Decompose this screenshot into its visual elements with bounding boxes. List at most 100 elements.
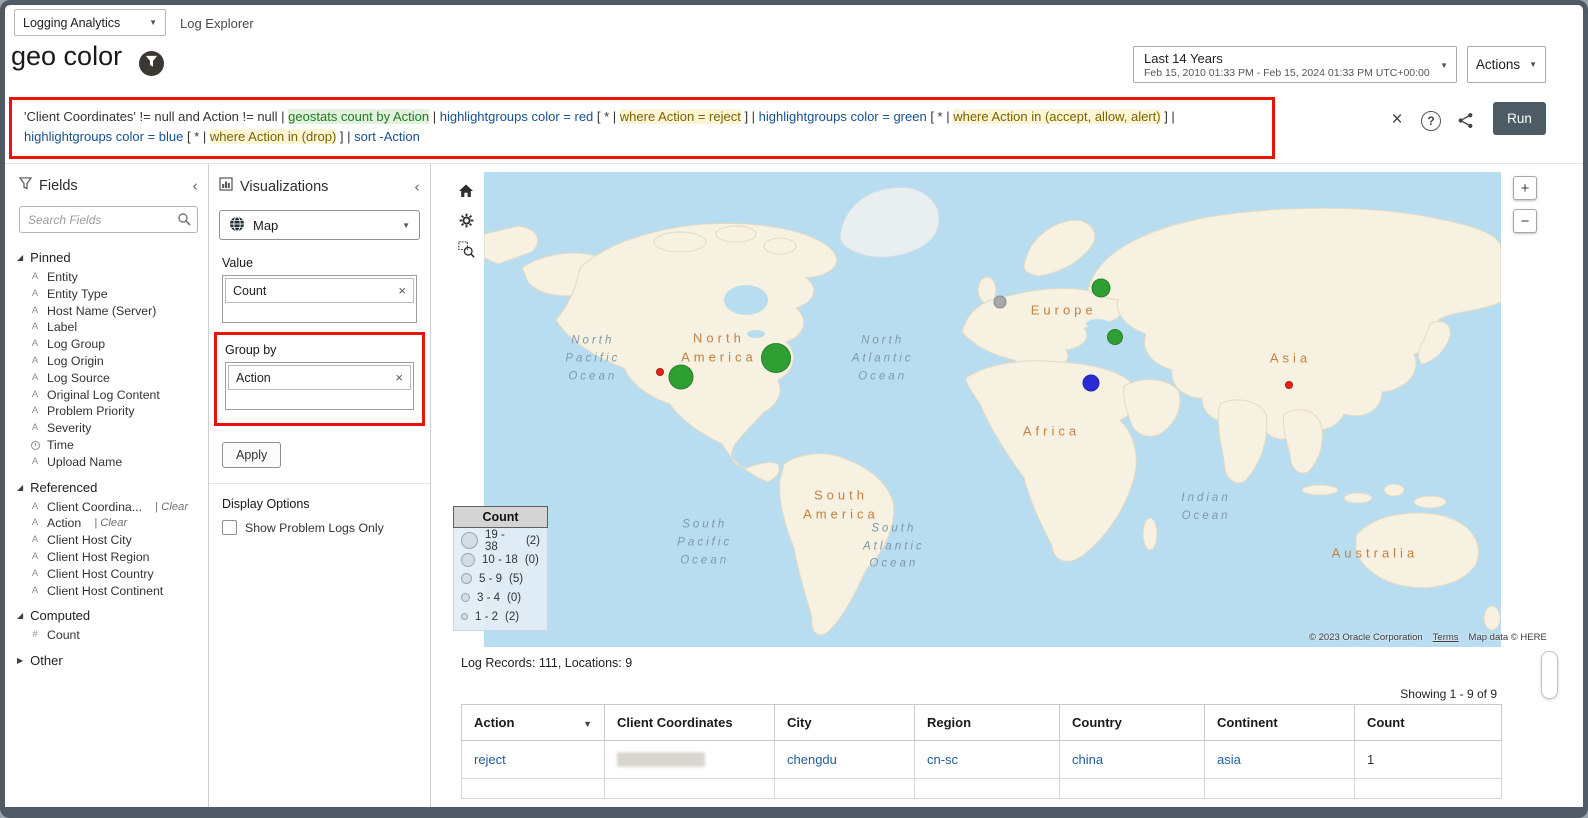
field-item[interactable]: A Severity (9, 420, 208, 437)
chevron-down-icon: ▼ (149, 18, 157, 27)
search-icon (177, 212, 191, 231)
column-header-country[interactable]: Country (1059, 704, 1205, 741)
field-item[interactable]: A Entity (9, 269, 208, 286)
date-range-picker[interactable]: Last 14 Years Feb 15, 2010 01:33 PM - Fe… (1133, 46, 1457, 83)
field-name: Log Source (47, 370, 110, 385)
collapse-fields-panel-icon[interactable]: ‹ (192, 177, 198, 195)
column-header-action[interactable]: ▼ Action (461, 704, 605, 741)
map-canvas[interactable]: North Pacific Ocean North America North At… (484, 172, 1501, 647)
map-bubble-green[interactable] (668, 364, 694, 390)
field-name: Severity (47, 421, 92, 436)
column-header-client-coordinates[interactable]: Client Coordinates (604, 704, 775, 741)
map-legend: Count 19 - 38 (2) 10 - 18 (0) 5 - 9 (5) 3 - 4 (… (453, 506, 548, 631)
legend-size-dot (461, 613, 468, 620)
map-bubble-red[interactable] (1285, 380, 1294, 389)
fields-panel-header: Fields ‹ (9, 164, 208, 204)
column-header-region[interactable]: Region (914, 704, 1060, 741)
legend-row[interactable]: 3 - 4 (0) (454, 588, 547, 607)
field-item[interactable]: A Host Name (Server) (9, 303, 208, 320)
run-button[interactable]: Run (1493, 102, 1546, 135)
zoom-out-button[interactable]: − (1513, 209, 1537, 233)
remove-value-icon[interactable]: × (398, 283, 406, 298)
field-item[interactable]: A Label (9, 319, 208, 336)
legend-row[interactable]: 19 - 38 (2) (454, 529, 547, 553)
field-item[interactable]: A Log Group (9, 336, 208, 353)
value-drop-area[interactable]: Count × (222, 275, 417, 323)
search-fields-input[interactable] (19, 206, 198, 233)
column-header-city[interactable]: City (774, 704, 915, 741)
column-label: Region (927, 715, 972, 730)
map-bubble-green[interactable] (1091, 278, 1111, 298)
column-label: Action (474, 715, 515, 730)
group-by-chip[interactable]: Action × (228, 365, 411, 390)
field-item[interactable]: A Action | Clear (9, 515, 208, 532)
map-bubble-blue[interactable] (1082, 374, 1100, 392)
date-range-label: Last 14 Years (1144, 50, 1223, 66)
field-section-pinned[interactable]: ◢ Pinned (9, 241, 208, 269)
legend-row[interactable]: 10 - 18 (0) (454, 550, 547, 569)
display-options-label: Display Options (222, 497, 310, 511)
group-by-drop-area[interactable]: Action × (225, 362, 414, 410)
field-item[interactable]: A Client Host Region (9, 549, 208, 566)
field-item[interactable]: A Upload Name (9, 454, 208, 471)
map-bubble-green[interactable] (1106, 328, 1123, 345)
field-item[interactable]: A Log Source (9, 370, 208, 387)
field-section-computed[interactable]: ◢ Computed (9, 599, 208, 627)
show-problem-logs-row[interactable]: Show Problem Logs Only (222, 520, 417, 535)
clear-query-icon[interactable]: × (1385, 108, 1409, 132)
field-item[interactable]: A Log Origin (9, 353, 208, 370)
text-field-icon: A (31, 321, 39, 333)
apply-button[interactable]: Apply (222, 442, 282, 468)
query-input[interactable]: 'Client Coordinates' != null and Action … (12, 100, 1272, 156)
table-header-row: ▼ Action Client Coordinates City Region Count… (461, 704, 1502, 741)
field-item[interactable]: A Original Log Content (9, 387, 208, 404)
field-item[interactable]: A Client Host Continent (9, 583, 208, 600)
field-section-referenced[interactable]: ◢ Referenced (9, 471, 208, 499)
field-item[interactable]: A Client Host Country (9, 566, 208, 583)
terms-link[interactable]: Terms (1433, 632, 1459, 643)
gear-icon[interactable] (457, 211, 475, 229)
query-segment: sort -Action (354, 129, 420, 144)
query-segment: ] | (1160, 109, 1175, 124)
help-icon[interactable]: ? (1421, 111, 1441, 131)
cell-text[interactable]: reject (474, 752, 506, 767)
home-icon[interactable] (457, 182, 475, 200)
saved-search-filter-badge[interactable] (139, 51, 164, 76)
field-clear-link[interactable]: | Clear (155, 500, 188, 515)
chart-type-select[interactable]: Map ▼ (219, 210, 420, 240)
field-item[interactable]: A Client Coordina... | Clear (9, 499, 208, 516)
field-item[interactable]: A Client Host City (9, 532, 208, 549)
field-item[interactable]: A Entity Type (9, 286, 208, 303)
empty-cell (914, 778, 1060, 799)
collapse-visualizations-panel-icon[interactable]: ‹ (414, 178, 420, 196)
remove-group-by-icon[interactable]: × (395, 370, 403, 385)
legend-row[interactable]: 5 - 9 (5) (454, 569, 547, 588)
column-header-continent[interactable]: Continent (1204, 704, 1355, 741)
cell-text[interactable]: cn-sc (927, 752, 958, 767)
cell-text[interactable]: china (1072, 752, 1103, 767)
problem-logs-checkbox[interactable] (222, 520, 237, 535)
app-selector-dropdown[interactable]: Logging Analytics ▼ (14, 9, 166, 36)
zoom-in-button[interactable]: + (1513, 176, 1537, 200)
field-name: Count (47, 628, 80, 643)
zoom-selection-icon[interactable] (457, 240, 475, 258)
map-bubble-red[interactable] (655, 367, 664, 376)
field-item[interactable]: Time (9, 437, 208, 454)
actions-button[interactable]: Actions ▼ (1467, 46, 1546, 83)
field-clear-link[interactable]: | Clear (94, 516, 127, 531)
vertical-scrollbar[interactable] (1541, 651, 1558, 699)
field-section-other[interactable]: ▶ Other (9, 644, 208, 672)
share-icon[interactable] (1457, 112, 1474, 134)
cell-text[interactable]: chengdu (787, 752, 837, 767)
value-chip[interactable]: Count × (225, 278, 414, 303)
field-item[interactable]: # Count (9, 627, 208, 644)
cell-text[interactable]: asia (1217, 752, 1241, 767)
map-bubble-green[interactable] (760, 343, 791, 374)
map-bubble-gray[interactable] (993, 295, 1007, 309)
filter-caret-icon[interactable]: ▼ (583, 719, 592, 729)
column-header-count[interactable]: Count (1354, 704, 1502, 741)
empty-cell (1204, 778, 1355, 799)
cell-region: cn-sc (914, 740, 1060, 779)
legend-row[interactable]: 1 - 2 (2) (454, 607, 547, 626)
field-item[interactable]: A Problem Priority (9, 403, 208, 420)
